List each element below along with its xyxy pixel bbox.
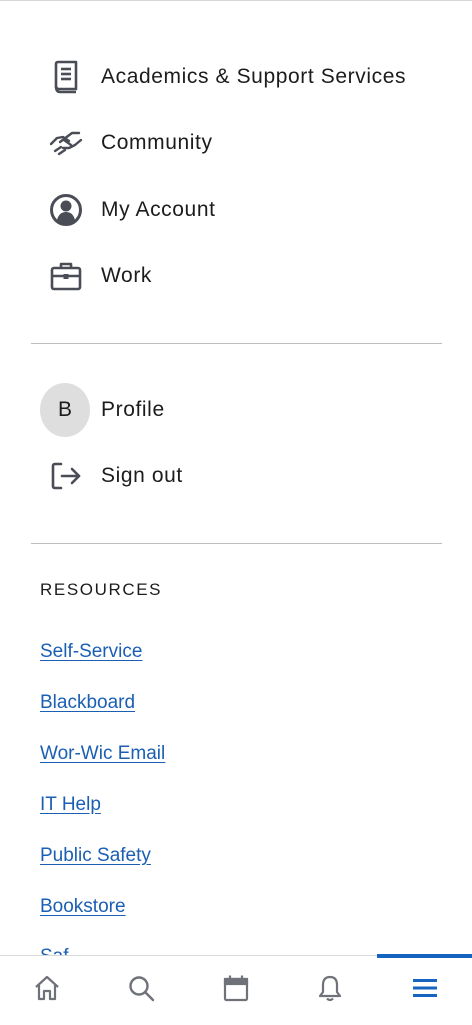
book-icon [48, 59, 84, 95]
navigation-drawer[interactable]: Academics & Support Services Community M… [0, 0, 472, 955]
menu-item-sign-out[interactable]: Sign out [0, 448, 472, 504]
link-bookstore[interactable]: Bookstore [40, 896, 126, 918]
avatar: B [40, 383, 90, 437]
menu-item-label: My Account [101, 198, 216, 221]
menu-item-profile[interactable]: B Profile [0, 382, 472, 438]
divider [31, 343, 442, 344]
menu-item-label: Work [101, 264, 153, 287]
nav-search-button[interactable] [94, 956, 188, 1025]
menu-item-label: Community [101, 131, 213, 154]
nav-menu-button[interactable] [377, 956, 472, 1025]
menu-item-academics[interactable]: Academics & Support Services [0, 49, 472, 105]
menu-item-my-account[interactable]: My Account [0, 182, 472, 238]
home-icon [33, 974, 61, 1007]
calendar-icon [223, 974, 249, 1007]
user-circle-icon [48, 192, 84, 228]
resources-heading: RESOURCES [40, 580, 163, 599]
link-public-safety[interactable]: Public Safety [40, 845, 151, 867]
link-partial[interactable]: Saf [40, 946, 69, 955]
nav-home-button[interactable] [0, 956, 94, 1025]
menu-icon [412, 976, 438, 1005]
bell-icon [317, 974, 343, 1007]
menu-item-label: Academics & Support Services [101, 65, 407, 88]
link-blackboard[interactable]: Blackboard [40, 692, 135, 714]
menu-item-work[interactable]: Work [0, 248, 472, 304]
menu-item-community[interactable]: Community [0, 115, 472, 171]
nav-notifications-button[interactable] [283, 956, 377, 1025]
sign-out-icon [48, 458, 84, 494]
handshake-icon [48, 125, 84, 161]
bottom-navigation-bar [0, 955, 472, 1025]
link-it-help[interactable]: IT Help [40, 794, 101, 816]
nav-calendar-button[interactable] [189, 956, 283, 1025]
link-self-service[interactable]: Self-Service [40, 641, 142, 663]
link-wor-wic-email[interactable]: Wor-Wic Email [40, 743, 165, 765]
sign-out-label: Sign out [101, 464, 183, 487]
search-icon [127, 974, 155, 1007]
profile-label: Profile [101, 398, 165, 421]
active-tab-indicator [377, 954, 472, 958]
divider [31, 543, 442, 544]
briefcase-icon [48, 258, 84, 294]
